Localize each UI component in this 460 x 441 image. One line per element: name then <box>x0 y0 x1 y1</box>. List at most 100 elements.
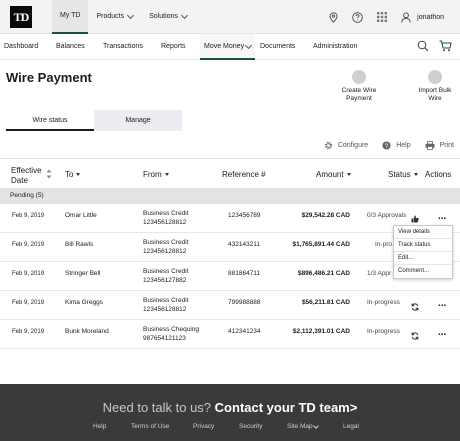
create-wire-label-line2: Payment <box>346 95 372 102</box>
subnav-transactions[interactable]: Transactions <box>103 34 143 60</box>
row-reference: 412341234 <box>228 328 261 335</box>
tab-manage[interactable]: Manage <box>94 110 182 131</box>
apps-grid-icon[interactable] <box>377 12 388 22</box>
row-actions-menu: View details Track status Edit... Commen… <box>393 225 453 279</box>
print-label: Print <box>439 141 454 149</box>
help-button[interactable]: ? Help <box>382 140 411 150</box>
table-row[interactable]: Feb 9, 2019 Kima Greggs Business Credit … <box>0 291 460 320</box>
footer-link-site-map[interactable]: Site Map <box>287 421 320 433</box>
subnav-balances[interactable]: Balances <box>56 34 85 60</box>
table-row[interactable]: Feb 9, 2019 Bunk Moreland Business Chequ… <box>0 320 460 349</box>
table-row[interactable]: Feb 9, 2019 Omar Little Business Credit … <box>0 204 460 233</box>
refresh-icon <box>411 327 419 345</box>
header-effective-date[interactable]: Effective Date <box>11 166 42 186</box>
row-status: In-progress <box>367 299 400 306</box>
print-button[interactable]: Print <box>425 140 454 150</box>
subnav-dashboard[interactable]: Dashboard <box>4 34 38 60</box>
user-icon[interactable] <box>401 11 411 23</box>
row-from-account: Business Chequing <box>143 326 200 333</box>
row-to[interactable]: Kima Greggs <box>65 299 103 307</box>
chevron-down-icon <box>127 11 135 20</box>
row-from-number: 987654121123 <box>143 335 186 342</box>
footer-link-terms[interactable]: Terms of Use <box>131 421 169 433</box>
row-amount: $29,542.28 CAD <box>301 212 350 219</box>
sort-updown-icon[interactable] <box>46 169 52 182</box>
header-from[interactable]: From <box>143 170 169 180</box>
menu-item-comment[interactable]: Comment... <box>394 265 452 278</box>
row-reference: 799988888 <box>228 299 261 306</box>
menu-item-edit[interactable]: Edit... <box>394 252 452 265</box>
tab-wire-status[interactable]: Wire status <box>6 110 94 131</box>
header-status[interactable]: Status <box>388 170 418 180</box>
printer-icon <box>425 140 435 150</box>
configure-label: Configure <box>337 141 369 149</box>
td-logo[interactable]: TD <box>10 6 32 28</box>
subnav-documents[interactable]: Documents <box>260 34 295 60</box>
sort-down-icon <box>413 173 418 177</box>
sort-down-icon <box>346 173 351 177</box>
row-date: Feb 9, 2019 <box>12 271 45 277</box>
top-nav: My TD Products Solutions <box>52 0 195 34</box>
row-date: Feb 9, 2019 <box>12 329 45 335</box>
footer-link-privacy[interactable]: Privacy <box>193 421 214 433</box>
footer-link-security[interactable]: Security <box>239 421 262 433</box>
row-amount: $56,211.81 CAD <box>301 299 350 306</box>
top-bar: TD My TD Products Solutions jonathon <box>0 0 460 34</box>
menu-item-track-status[interactable]: Track status <box>394 239 452 252</box>
import-bulk-wire-button[interactable]: Import Bulk Wire <box>410 70 460 103</box>
menu-item-view-details[interactable]: View details <box>394 226 452 239</box>
header-amount[interactable]: Amount <box>316 170 351 180</box>
group-header-pending[interactable]: Pending (5) <box>0 188 460 204</box>
import-bulk-label-line1: Import Bulk <box>418 87 452 94</box>
row-actions-menu-button[interactable]: ... <box>438 328 446 338</box>
import-bulk-label-line2: Wire <box>428 95 442 102</box>
row-from-number: 123456128812 <box>143 219 187 226</box>
create-wire-payment-button[interactable]: Create Wire Payment <box>334 70 384 103</box>
search-icon[interactable] <box>417 39 429 57</box>
footer-link-help[interactable]: Help <box>93 421 106 433</box>
contact-td-team-link[interactable]: Contact your TD team> <box>215 400 358 415</box>
topnav-my-td-label: My TD <box>60 12 81 19</box>
create-wire-label-line1: Create Wire <box>341 87 377 94</box>
topnav-my-td[interactable]: My TD <box>52 0 89 34</box>
row-to[interactable]: Bunk Moreland <box>65 328 109 336</box>
footer-link-site-map-label: Site Map <box>287 423 313 430</box>
footer: Need to talk to us? Contact your TD team… <box>0 384 460 441</box>
topnav-solutions[interactable]: Solutions <box>141 0 195 34</box>
username[interactable]: jonathon <box>417 14 444 21</box>
table-row[interactable]: Feb 9, 2019 Stringer Bell Business Credi… <box>0 262 460 291</box>
contact-cta: Need to talk to us? Contact your TD team… <box>0 400 460 416</box>
header-actions: Actions <box>425 170 452 179</box>
row-from-account: Business Credit <box>143 268 189 275</box>
cart-icon[interactable] <box>439 39 452 57</box>
row-reference: 432143211 <box>228 241 261 248</box>
header-effective-date-line1: Effective <box>11 166 42 175</box>
subnav-move-money[interactable]: Move Money <box>200 34 256 60</box>
row-to[interactable]: Stringer Bell <box>65 270 100 278</box>
table-row[interactable]: Feb 9, 2019 Bill Rawls Business Credit 1… <box>0 233 460 262</box>
refresh-icon <box>411 298 419 316</box>
help-icon[interactable] <box>352 11 363 23</box>
tab-bar: Wire status Manage <box>6 110 182 131</box>
topnav-products[interactable]: Products <box>88 0 141 34</box>
row-date: Feb 9, 2019 <box>12 300 45 306</box>
subnav-right-icons <box>417 39 452 57</box>
row-actions-menu-button[interactable]: ... <box>438 212 446 222</box>
top-bar-icons: jonathon <box>329 0 444 34</box>
gear-icon <box>324 141 333 149</box>
subnav-reports[interactable]: Reports <box>161 34 186 60</box>
subnav-administration[interactable]: Administration <box>313 34 357 60</box>
footer-link-legal[interactable]: Legal <box>343 421 359 433</box>
sub-nav: Dashboard Balances Transactions Reports … <box>0 34 460 60</box>
row-actions-menu-button[interactable]: ... <box>438 299 446 309</box>
row-to[interactable]: Omar Little <box>65 212 97 220</box>
header-to[interactable]: To <box>65 170 81 180</box>
configure-button[interactable]: Configure <box>324 141 368 150</box>
row-reference: 123456789 <box>228 212 261 219</box>
topnav-solutions-label: Solutions <box>149 13 178 20</box>
header-reference[interactable]: Reference # <box>222 170 266 180</box>
location-icon[interactable] <box>329 11 338 23</box>
row-to[interactable]: Bill Rawls <box>65 241 93 249</box>
row-from-account: Business Credit <box>143 239 189 246</box>
header-from-label: From <box>143 170 162 179</box>
